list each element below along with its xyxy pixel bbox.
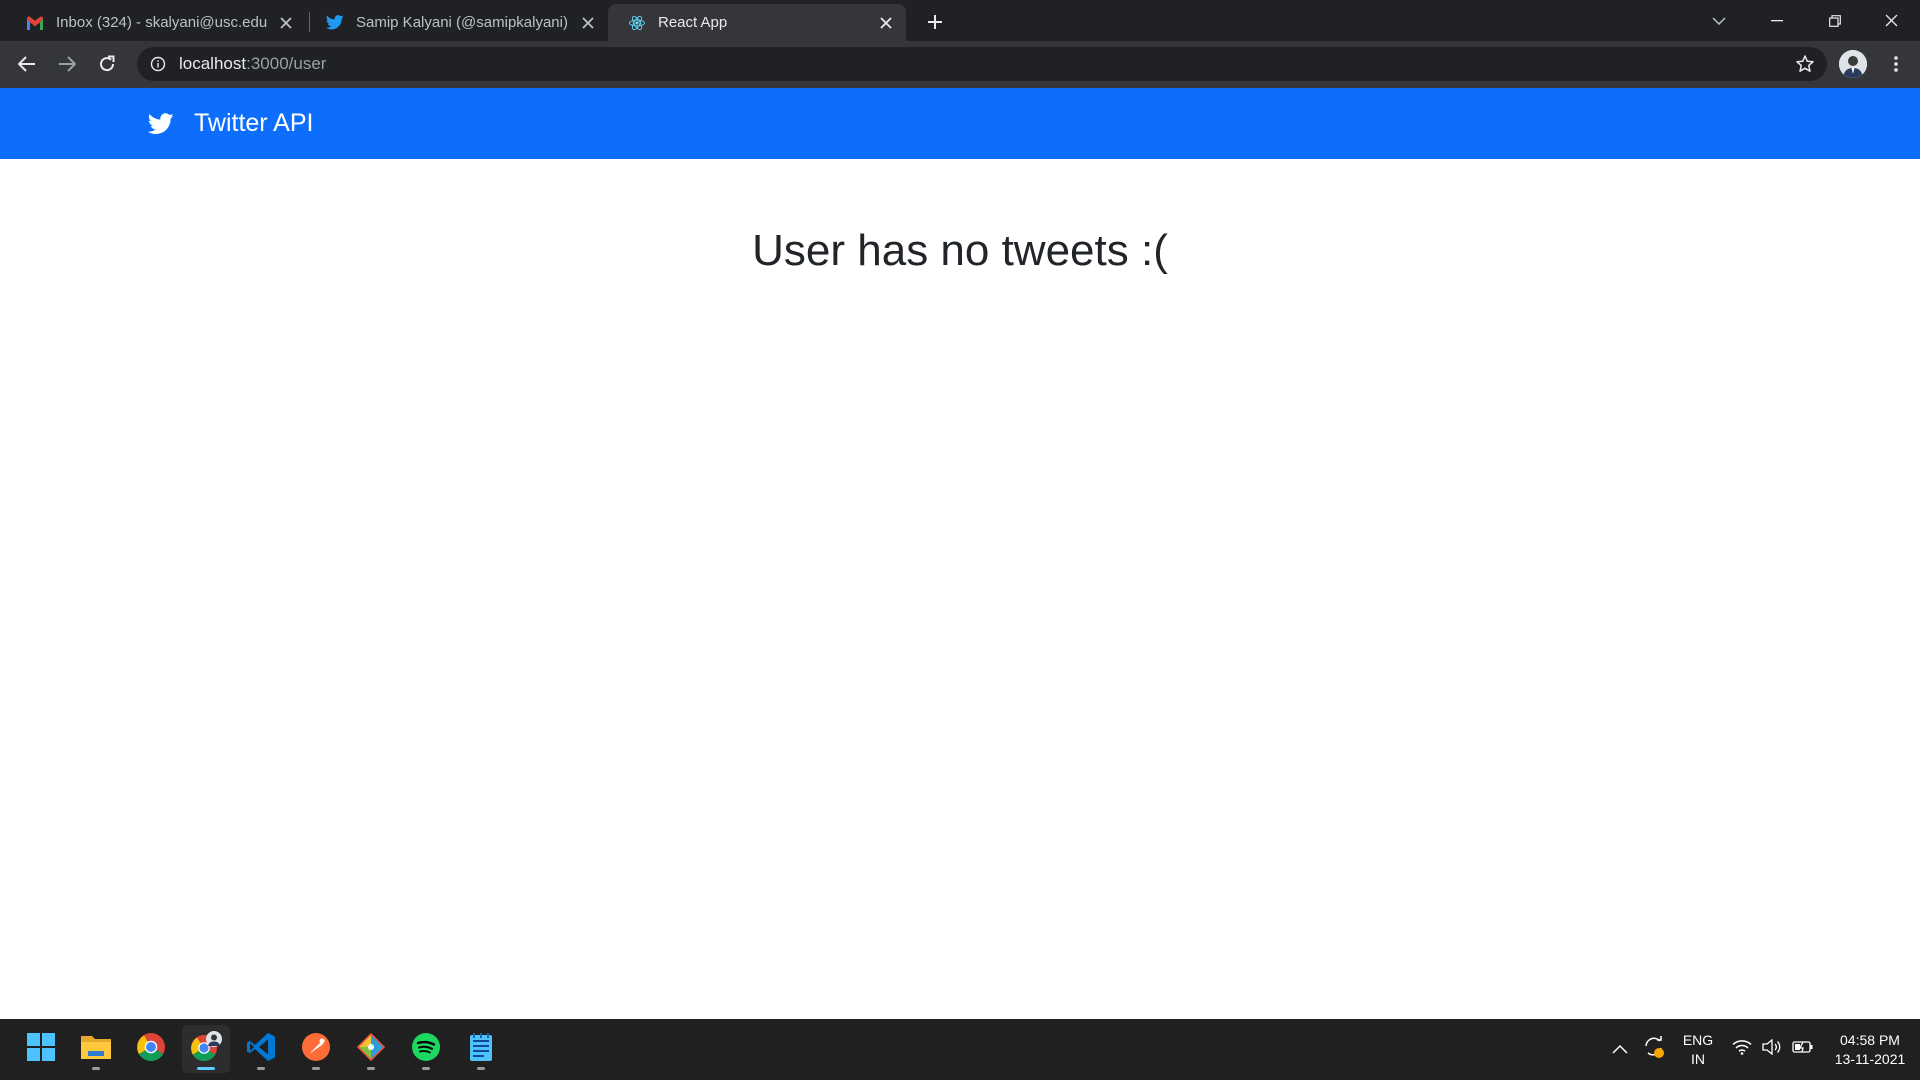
browser-toolbar: localhost:3000/user — [0, 41, 1920, 88]
show-hidden-icons-button[interactable] — [1612, 1019, 1628, 1080]
minimize-button[interactable] — [1748, 0, 1806, 41]
windows-taskbar: ENG IN 04:58 PM 13-11-2021 — [0, 1019, 1920, 1080]
running-indicator — [367, 1067, 375, 1070]
chrome-profile-icon — [189, 1030, 223, 1069]
close-tab-icon[interactable] — [276, 13, 296, 33]
vscode-icon — [246, 1032, 276, 1067]
bookmark-star-icon[interactable] — [1795, 54, 1815, 74]
language-indicator[interactable]: ENG IN — [1680, 1019, 1716, 1080]
taskbar-file-explorer[interactable] — [72, 1025, 120, 1073]
running-indicator — [257, 1067, 265, 1070]
taskbar-notepad[interactable] — [457, 1025, 505, 1073]
start-icon — [26, 1032, 56, 1067]
site-info-icon[interactable] — [149, 55, 167, 73]
tab-react-app[interactable]: React App — [608, 4, 906, 41]
sync-tray-button[interactable] — [1642, 1019, 1666, 1080]
forward-button[interactable] — [52, 49, 82, 79]
git-icon — [356, 1032, 386, 1067]
wifi-icon — [1732, 1039, 1752, 1060]
url-text[interactable]: localhost:3000/user — [179, 54, 326, 74]
browser-menu-icon[interactable] — [1884, 51, 1908, 77]
close-window-button[interactable] — [1862, 0, 1920, 41]
address-bar[interactable]: localhost:3000/user — [137, 47, 1827, 81]
url-host: localhost — [179, 54, 247, 73]
web-page: Twitter API User has no tweets :( — [0, 88, 1920, 1019]
profile-avatar[interactable] — [1839, 50, 1867, 78]
back-button[interactable] — [12, 49, 42, 79]
chrome-icon — [136, 1032, 166, 1067]
language-code: ENG — [1682, 1031, 1714, 1048]
running-indicator — [92, 1067, 100, 1070]
volume-icon — [1762, 1038, 1782, 1060]
brand-text: Twitter API — [194, 109, 314, 137]
no-tweets-message: User has no tweets :( — [752, 226, 1168, 275]
close-tab-icon[interactable] — [876, 13, 896, 33]
tab-title: Samip Kalyani (@samipkalyani) / — [356, 14, 570, 31]
start-button[interactable] — [17, 1025, 65, 1073]
tab-title: React App — [658, 14, 728, 31]
running-indicator — [477, 1067, 485, 1070]
twitter-icon — [326, 14, 344, 32]
taskbar-git[interactable] — [347, 1025, 395, 1073]
new-tab-button[interactable] — [922, 9, 948, 35]
running-indicator — [422, 1067, 430, 1070]
taskbar-spotify[interactable] — [402, 1025, 450, 1073]
react-icon — [628, 14, 646, 32]
tab-twitter[interactable]: Samip Kalyani (@samipkalyani) / — [306, 4, 608, 41]
quick-settings-button[interactable] — [1732, 1019, 1814, 1080]
browser-tab-strip: Inbox (324) - skalyani@usc.edu - Samip K… — [0, 0, 1920, 41]
taskbar-chrome[interactable] — [127, 1025, 175, 1073]
postman-icon — [301, 1032, 331, 1067]
clock[interactable]: 04:58 PM 13-11-2021 — [1830, 1019, 1910, 1080]
clock-time: 04:58 PM — [1840, 1031, 1900, 1048]
running-indicator — [312, 1067, 320, 1070]
spotify-icon — [411, 1032, 441, 1067]
notepad-icon — [468, 1032, 494, 1067]
app-navbar: Twitter API — [0, 88, 1920, 159]
url-path: :3000/user — [246, 54, 327, 73]
battery-charging-icon — [1792, 1039, 1814, 1060]
gmail-icon — [26, 14, 44, 32]
file-explorer-icon — [80, 1033, 112, 1066]
taskbar-postman[interactable] — [292, 1025, 340, 1073]
tab-search-button[interactable] — [1690, 0, 1748, 41]
chevron-up-icon — [1612, 1041, 1628, 1059]
tab-gmail[interactable]: Inbox (324) - skalyani@usc.edu - — [6, 4, 306, 41]
tab-title: Inbox (324) - skalyani@usc.edu - — [56, 14, 268, 31]
taskbar-vscode[interactable] — [237, 1025, 285, 1073]
taskbar-chrome-profile[interactable] — [182, 1025, 230, 1073]
navbar-brand[interactable]: Twitter API — [148, 88, 313, 159]
reload-button[interactable] — [92, 49, 122, 79]
close-tab-icon[interactable] — [578, 13, 598, 33]
restore-button[interactable] — [1806, 0, 1864, 41]
region-code: IN — [1691, 1050, 1705, 1067]
active-indicator — [197, 1067, 215, 1070]
clock-date: 13-11-2021 — [1834, 1050, 1906, 1067]
twitter-bird-icon — [148, 112, 176, 136]
sync-warning-icon — [1642, 1035, 1666, 1064]
